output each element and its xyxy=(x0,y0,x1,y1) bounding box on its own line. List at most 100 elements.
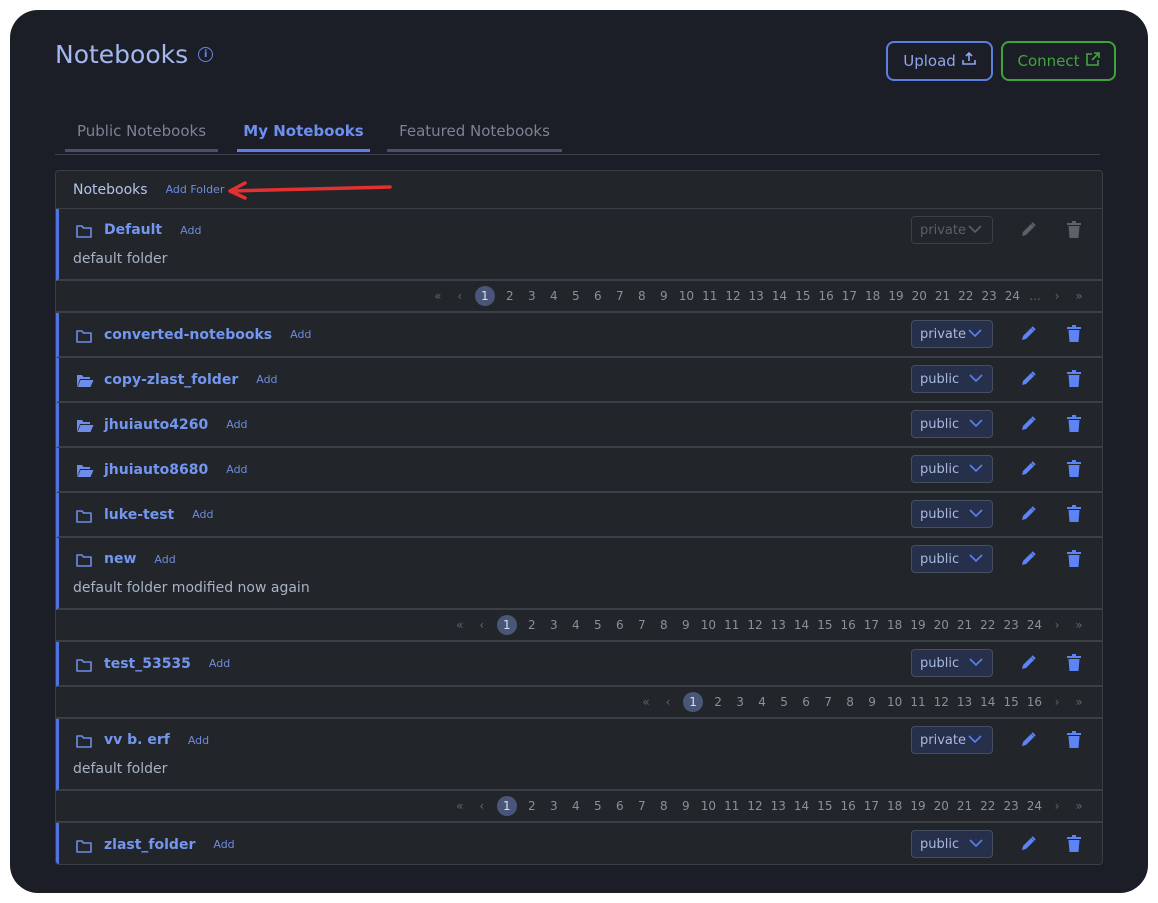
trash-icon[interactable] xyxy=(1067,505,1083,523)
edit-icon[interactable] xyxy=(1019,370,1037,388)
page-button[interactable]: 10 xyxy=(701,799,716,813)
folder-name[interactable]: test_53535 xyxy=(104,656,191,672)
page-button[interactable]: 20 xyxy=(934,799,949,813)
edit-icon[interactable] xyxy=(1019,325,1037,343)
trash-icon[interactable] xyxy=(1067,550,1083,568)
page-button[interactable]: 18 xyxy=(865,289,880,303)
page-button[interactable]: 4 xyxy=(755,695,769,709)
edit-icon[interactable] xyxy=(1019,550,1037,568)
page-button[interactable]: 1 xyxy=(474,286,495,306)
page-button[interactable]: 2 xyxy=(525,618,539,632)
add-notebook-link[interactable]: Add xyxy=(154,553,175,566)
folder-name[interactable]: Default xyxy=(104,222,162,238)
page-button[interactable]: 13 xyxy=(749,289,764,303)
first-page-button[interactable]: « xyxy=(639,695,653,709)
folder-name[interactable]: jhuiauto4260 xyxy=(104,417,208,433)
page-button[interactable]: 15 xyxy=(1003,695,1018,709)
folder-name[interactable]: luke-test xyxy=(104,507,174,523)
page-button[interactable]: 8 xyxy=(657,799,671,813)
last-page-button[interactable]: » xyxy=(1072,618,1086,632)
last-page-button[interactable]: » xyxy=(1072,289,1086,303)
page-button[interactable]: 20 xyxy=(934,618,949,632)
page-button[interactable]: 14 xyxy=(772,289,787,303)
prev-page-button[interactable]: ‹ xyxy=(475,618,489,632)
next-page-button[interactable]: › xyxy=(1050,799,1064,813)
edit-icon[interactable] xyxy=(1019,460,1037,478)
page-button[interactable]: 22 xyxy=(980,618,995,632)
page-button[interactable]: 7 xyxy=(635,618,649,632)
add-notebook-link[interactable]: Add xyxy=(226,463,247,476)
page-button[interactable]: 10 xyxy=(887,695,902,709)
page-button[interactable]: 6 xyxy=(613,618,627,632)
page-button[interactable]: 4 xyxy=(569,799,583,813)
page-button[interactable]: 10 xyxy=(701,618,716,632)
edit-icon[interactable] xyxy=(1019,415,1037,433)
info-icon[interactable]: i xyxy=(198,47,214,62)
first-page-button[interactable]: « xyxy=(453,799,467,813)
page-button[interactable]: 11 xyxy=(724,799,739,813)
page-button[interactable]: 5 xyxy=(591,799,605,813)
page-button[interactable]: 16 xyxy=(818,289,833,303)
add-notebook-link[interactable]: Add xyxy=(213,838,234,851)
page-button[interactable]: 2 xyxy=(503,289,517,303)
page-button[interactable]: 16 xyxy=(840,799,855,813)
last-page-button[interactable]: » xyxy=(1072,799,1086,813)
page-button[interactable]: 9 xyxy=(657,289,671,303)
visibility-select[interactable]: public xyxy=(911,410,993,438)
add-folder-link[interactable]: Add Folder xyxy=(166,183,225,196)
visibility-select[interactable]: private xyxy=(911,726,993,754)
page-button[interactable]: 3 xyxy=(547,618,561,632)
trash-icon[interactable] xyxy=(1067,654,1083,672)
page-button[interactable]: 1 xyxy=(683,692,704,712)
tab-public-notebooks[interactable]: Public Notebooks xyxy=(65,122,218,152)
visibility-select[interactable]: public xyxy=(911,500,993,528)
page-button[interactable]: 13 xyxy=(957,695,972,709)
folder-name[interactable]: new xyxy=(104,551,136,567)
visibility-select[interactable]: public xyxy=(911,830,993,858)
page-button[interactable]: 8 xyxy=(657,618,671,632)
page-button[interactable]: 18 xyxy=(887,618,902,632)
last-page-button[interactable]: » xyxy=(1072,695,1086,709)
page-button[interactable]: 19 xyxy=(888,289,903,303)
edit-icon[interactable] xyxy=(1019,835,1037,853)
page-button[interactable]: 23 xyxy=(1003,618,1018,632)
page-button[interactable]: 7 xyxy=(821,695,835,709)
page-button[interactable]: 15 xyxy=(795,289,810,303)
folder-name[interactable]: vv b. erf xyxy=(104,732,170,748)
page-button[interactable]: 8 xyxy=(843,695,857,709)
page-button[interactable]: 12 xyxy=(725,289,740,303)
page-button[interactable]: 13 xyxy=(771,799,786,813)
edit-icon[interactable] xyxy=(1019,505,1037,523)
page-button[interactable]: 19 xyxy=(910,618,925,632)
page-button[interactable]: 21 xyxy=(957,618,972,632)
page-button[interactable]: 15 xyxy=(817,799,832,813)
page-button[interactable]: 16 xyxy=(840,618,855,632)
connect-button[interactable]: Connect xyxy=(1001,41,1116,81)
page-button[interactable]: 17 xyxy=(842,289,857,303)
page-ellipsis[interactable]: ... xyxy=(1028,289,1042,303)
trash-icon[interactable] xyxy=(1067,731,1083,749)
trash-icon[interactable] xyxy=(1067,325,1083,343)
visibility-select[interactable]: public xyxy=(911,455,993,483)
page-button[interactable]: 4 xyxy=(569,618,583,632)
page-button[interactable]: 11 xyxy=(702,289,717,303)
add-notebook-link[interactable]: Add xyxy=(226,418,247,431)
visibility-select[interactable]: private xyxy=(911,320,993,348)
page-button[interactable]: 24 xyxy=(1027,618,1042,632)
edit-icon[interactable] xyxy=(1019,654,1037,672)
page-button[interactable]: 19 xyxy=(910,799,925,813)
page-button[interactable]: 23 xyxy=(981,289,996,303)
visibility-select[interactable]: public xyxy=(911,545,993,573)
page-button[interactable]: 1 xyxy=(496,615,517,635)
page-button[interactable]: 15 xyxy=(817,618,832,632)
next-page-button[interactable]: › xyxy=(1050,695,1064,709)
add-notebook-link[interactable]: Add xyxy=(209,657,230,670)
page-button[interactable]: 17 xyxy=(864,799,879,813)
trash-icon[interactable] xyxy=(1067,415,1083,433)
folder-name[interactable]: copy-zlast_folder xyxy=(104,372,238,388)
tab-featured-notebooks[interactable]: Featured Notebooks xyxy=(387,122,562,152)
upload-button[interactable]: Upload xyxy=(886,41,993,81)
page-button[interactable]: 14 xyxy=(794,799,809,813)
page-button[interactable]: 5 xyxy=(777,695,791,709)
next-page-button[interactable]: › xyxy=(1050,289,1064,303)
